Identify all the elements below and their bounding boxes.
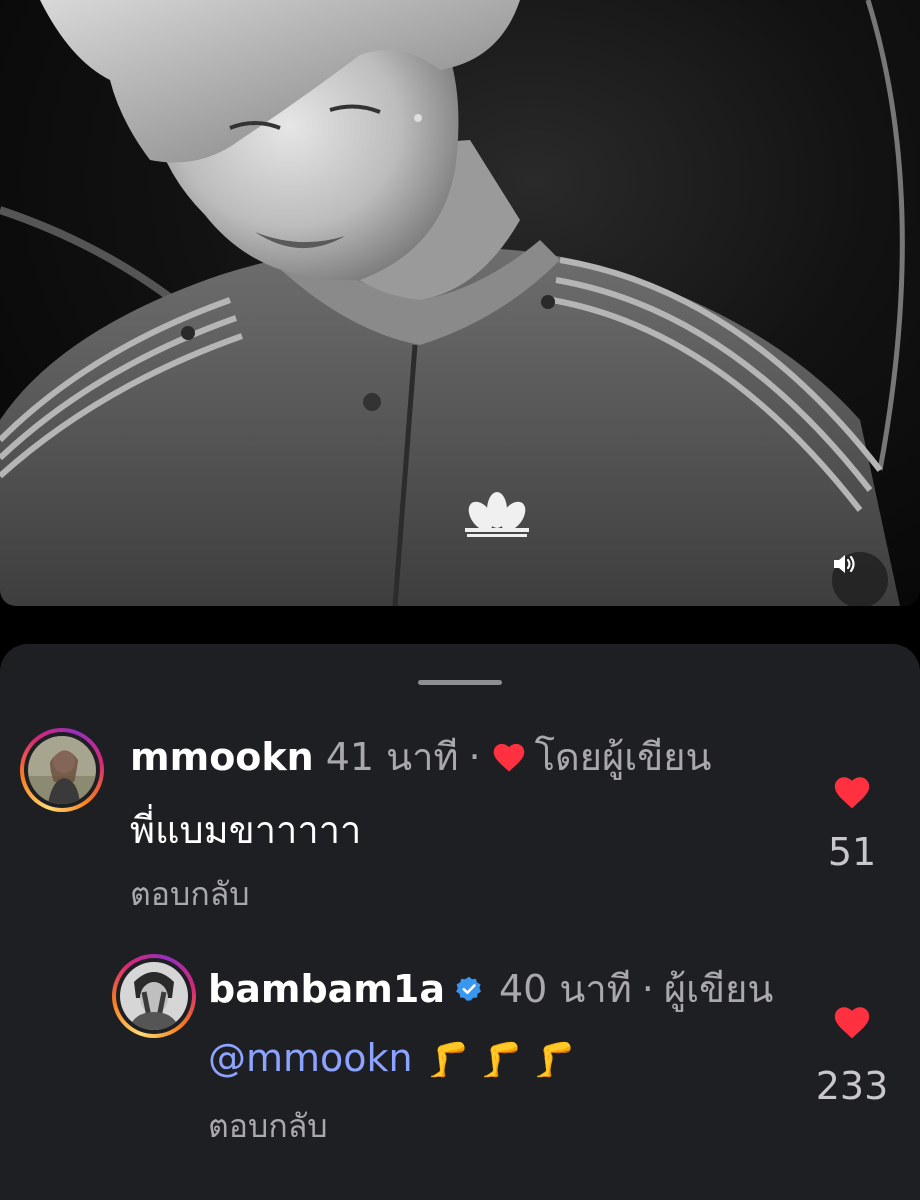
video-frame bbox=[0, 0, 905, 606]
reply-header: bambam1a 40 นาที · ผู้เขียน bbox=[208, 966, 773, 1012]
like-count: 233 bbox=[815, 1064, 889, 1108]
heart-icon bbox=[834, 777, 870, 809]
liked-by-author-label: โดยผู้เขียน bbox=[534, 735, 712, 779]
mute-toggle-button[interactable] bbox=[832, 552, 888, 606]
comment-header: mmookn 41 นาที · โดยผู้เขียน bbox=[130, 734, 711, 780]
mention-link[interactable]: @mmookn bbox=[208, 1036, 413, 1080]
reply-button[interactable]: ตอบกลับ bbox=[208, 1106, 328, 1146]
reply-text: @mmookn 🦵 🦵 🦵 bbox=[208, 1034, 575, 1084]
comment-username[interactable]: mmookn bbox=[130, 734, 314, 780]
speaker-icon bbox=[834, 555, 855, 573]
sheet-grabber[interactable] bbox=[418, 680, 502, 685]
like-count: 51 bbox=[827, 830, 877, 874]
avatar-photo bbox=[120, 962, 188, 1030]
bg-ring-right bbox=[865, 0, 905, 471]
avatar-photo bbox=[28, 736, 96, 804]
reply-avatar[interactable] bbox=[112, 954, 196, 1038]
heart-icon bbox=[491, 741, 527, 773]
reply-button[interactable]: ตอบกลับ bbox=[130, 874, 250, 914]
like-button[interactable] bbox=[832, 774, 872, 810]
leg-emoji: 🦵 🦵 🦵 bbox=[426, 1040, 576, 1080]
author-label: ผู้เขียน bbox=[663, 967, 774, 1011]
heart-icon bbox=[834, 1007, 870, 1039]
comments-sheet: mmookn 41 นาที · โดยผู้เขียน พี่แบมขาาาา… bbox=[0, 644, 920, 1200]
page: mmookn 41 นาที · โดยผู้เขียน พี่แบมขาาาา… bbox=[0, 0, 920, 1200]
separator-dot: · bbox=[641, 967, 654, 1011]
avatar[interactable] bbox=[20, 728, 104, 812]
reply-username[interactable]: bambam1a bbox=[208, 966, 445, 1012]
video-player[interactable] bbox=[0, 0, 920, 606]
verified-badge-icon bbox=[455, 975, 483, 1003]
like-button[interactable] bbox=[832, 1004, 872, 1040]
separator-dot: · bbox=[468, 735, 481, 779]
comment-time: 41 นาที bbox=[325, 735, 459, 779]
comment-text: พี่แบมขาาาาา bbox=[130, 808, 362, 852]
reply-time: 40 นาที bbox=[498, 967, 632, 1011]
